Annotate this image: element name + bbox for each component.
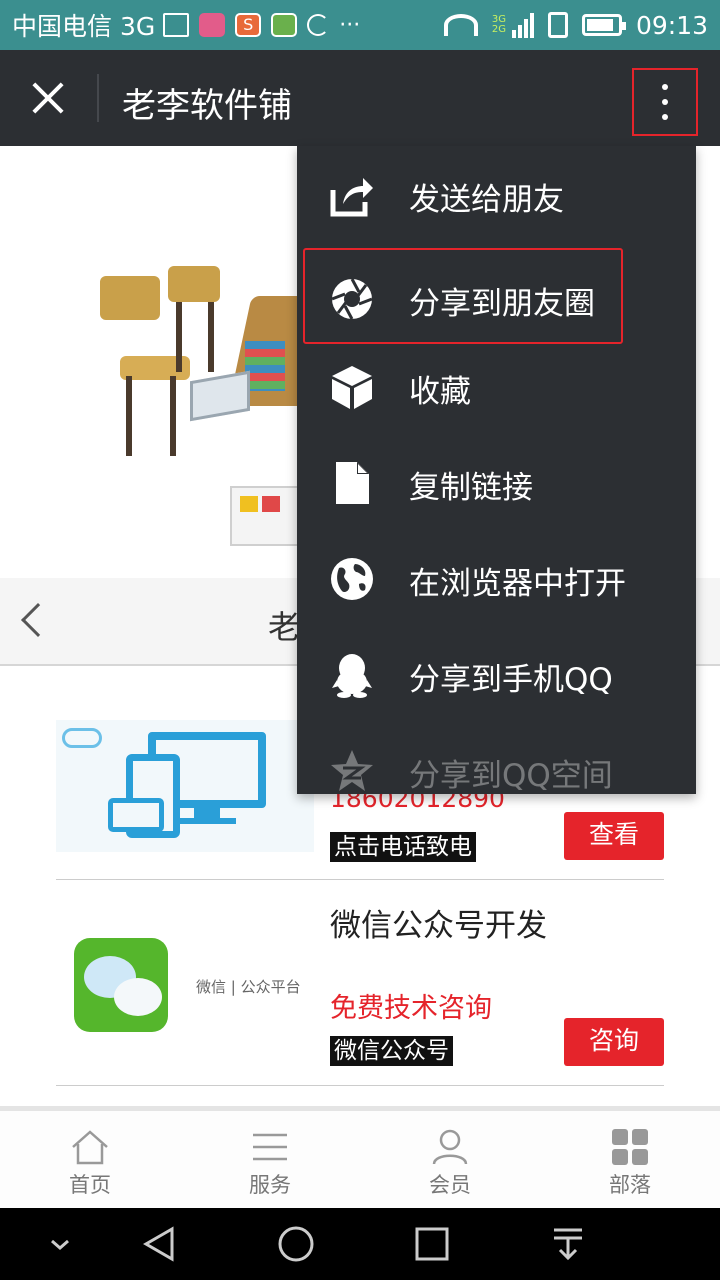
tag-badge: 点击电话致电 — [330, 832, 476, 862]
user-icon — [432, 1129, 468, 1165]
wechat-thumbnail: 微信 | 公众平台 — [56, 912, 314, 1044]
qq-icon — [332, 654, 372, 698]
list-item[interactable]: 微信 | 公众平台 微信公众号开发 免费技术咨询 微信公众号 咨询 — [56, 880, 664, 1086]
copy-document-icon — [336, 462, 369, 504]
nav-label: 首页 — [69, 1173, 111, 1197]
card-title: 微信公众号开发 — [330, 908, 547, 944]
menu-item-label: 复制链接 — [409, 470, 533, 506]
title-bar: 老李软件铺 — [0, 50, 720, 146]
carrier-label: 中国电信 3G — [12, 12, 156, 41]
globe-icon — [331, 558, 373, 600]
list-icon — [253, 1133, 287, 1161]
nav-item-services[interactable]: 服务 — [180, 1111, 360, 1208]
nav-item-tribe[interactable]: 部落 — [540, 1111, 720, 1208]
menu-item-open-in-browser[interactable]: 在浏览器中打开 — [297, 530, 696, 626]
title-divider — [97, 74, 99, 122]
share-icon — [330, 178, 373, 217]
nav-label: 服务 — [249, 1173, 291, 1197]
home-circle-icon[interactable] — [278, 1226, 314, 1262]
consult-button[interactable]: 咨询 — [564, 1018, 664, 1066]
grid-icon — [612, 1129, 648, 1165]
wifi-icon — [443, 14, 478, 36]
image-icon — [163, 13, 190, 37]
more-notifications: ··· — [339, 12, 361, 38]
menu-item-copy-link[interactable]: 复制链接 — [297, 434, 696, 530]
menu-item-label: 分享到手机QQ — [409, 662, 613, 698]
chevron-down-icon[interactable] — [42, 1226, 78, 1262]
sim-icon — [547, 12, 568, 38]
nav-label: 部落 — [609, 1173, 651, 1197]
menu-item-share-moments[interactable]: 分享到朋友圈 — [303, 248, 623, 344]
signal-icon — [511, 12, 534, 38]
favorite-cube-icon — [332, 366, 372, 409]
menu-item-label: 分享到朋友圈 — [409, 286, 595, 322]
notification-icons: S ··· — [163, 13, 360, 38]
menu-item-label: 在浏览器中打开 — [409, 566, 626, 602]
close-icon[interactable] — [24, 74, 72, 122]
app-icon — [271, 13, 298, 37]
slider-caption: 老 — [268, 608, 301, 646]
sync-icon — [307, 14, 330, 36]
wechat-brand-text: 微信 | 公众平台 — [196, 978, 301, 996]
recents-square-icon[interactable] — [414, 1226, 450, 1262]
cloud-icon — [62, 728, 102, 748]
view-button[interactable]: 查看 — [564, 812, 664, 860]
back-icon[interactable] — [142, 1226, 178, 1262]
nav-item-home[interactable]: 首页 — [0, 1111, 180, 1208]
nav-label: 会员 — [429, 1173, 471, 1197]
page-title: 老李软件铺 — [122, 86, 292, 126]
menu-item-label: 发送给朋友 — [409, 182, 564, 218]
qzone-star-icon — [331, 750, 373, 791]
wechat-icon — [74, 938, 168, 1032]
laptop-illustration — [190, 370, 250, 422]
chevron-left-icon[interactable] — [21, 603, 55, 637]
system-nav-bar — [0, 1208, 720, 1280]
menu-item-share-qzone[interactable]: 分享到QQ空间 — [297, 722, 696, 794]
clock: 09:13 — [635, 10, 708, 40]
nav-item-member[interactable]: 会员 — [360, 1111, 540, 1208]
moments-icon — [331, 278, 373, 320]
sogou-icon: S — [235, 13, 262, 37]
more-vertical-icon[interactable] — [632, 68, 698, 136]
books-illustration — [245, 341, 285, 391]
menu-item-share-qq[interactable]: 分享到手机QQ — [297, 626, 696, 722]
bottom-nav: 首页 服务 会员 部落 — [0, 1106, 720, 1208]
tag-badge: 微信公众号 — [330, 1036, 453, 1066]
status-bar: 中国电信 3G S ··· 3G 2G 09:13 — [0, 0, 720, 50]
game-icon — [199, 13, 226, 37]
menu-item-favorite[interactable]: 收藏 — [297, 338, 696, 434]
card-cta-text: 免费技术咨询 — [330, 993, 492, 1024]
home-icon — [72, 1130, 108, 1165]
menu-item-send-to-friend[interactable]: 发送给朋友 — [297, 146, 696, 242]
menu-item-label: 分享到QQ空间 — [409, 758, 613, 794]
notification-pull-icon[interactable] — [550, 1226, 586, 1262]
battery-icon — [581, 14, 626, 36]
panel-illustration — [230, 486, 300, 546]
menu-item-label: 收藏 — [409, 374, 471, 410]
network-type: 3G 2G — [491, 14, 506, 35]
multi-device-thumbnail — [56, 720, 314, 852]
overflow-menu: 发送给朋友 分享到朋友圈 收藏 复制链接 在浏览器中打开 分享到手机QQ 分享到… — [297, 146, 696, 794]
